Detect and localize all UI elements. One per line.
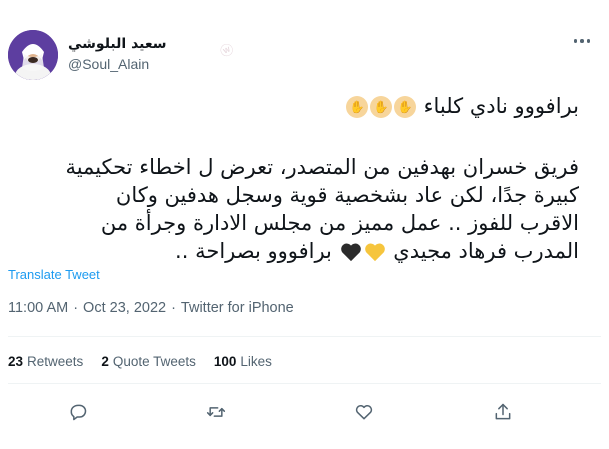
- user-info[interactable]: سعيد البلوشي @Soul_Alain: [68, 36, 167, 72]
- avatar-image: [8, 30, 58, 80]
- black-heart-icon: [340, 243, 361, 262]
- watermark: ⓦ: [218, 41, 237, 61]
- retweets-stat[interactable]: 23 Retweets: [8, 354, 83, 369]
- reply-icon[interactable]: [66, 400, 90, 424]
- share-icon[interactable]: [491, 400, 515, 424]
- tweet-date[interactable]: Oct 23, 2022: [83, 300, 166, 316]
- divider: [8, 383, 601, 384]
- clapping-hands-icon: ✋: [369, 96, 392, 118]
- tweet-text-line1: برافووو نادي كلباء ✋✋✋: [7, 92, 579, 120]
- tweet-line: الاقرب للفوز .. عمل مميز من مجلس الادارة…: [100, 211, 579, 235]
- yellow-heart-icon: [364, 243, 385, 262]
- tweet-stats: 23 Retweets 2 Quote Tweets 100 Likes: [8, 354, 272, 369]
- translate-tweet-link[interactable]: Translate Tweet: [8, 267, 100, 282]
- tweet-line: فريق خسران بهدفين من المتصدر، تعرض ل اخط…: [65, 155, 579, 179]
- more-icon[interactable]: [569, 28, 595, 54]
- clapping-hands-icon: ✋: [393, 96, 416, 118]
- avatar[interactable]: [8, 30, 58, 80]
- likes-stat[interactable]: 100 Likes: [214, 354, 272, 369]
- tweet-line: كبيرة جدًا، لكن عاد بشخصية قوية وسجل هدف…: [115, 183, 579, 207]
- tweet-headline: برافووو نادي كلباء: [423, 94, 579, 118]
- tweet-source[interactable]: Twitter for iPhone: [181, 300, 294, 316]
- tweet-line-last: المدرب فرهاد مجيدي برافووو بصراحة ..: [7, 237, 579, 265]
- tweet: ⓦ سعيد البلوشي @Soul_Alain برافووو نادي …: [0, 0, 609, 449]
- user-handle[interactable]: @Soul_Alain: [68, 56, 167, 72]
- display-name[interactable]: سعيد البلوشي: [68, 36, 167, 52]
- divider: [8, 336, 601, 337]
- tweet-time[interactable]: 11:00 AM: [8, 300, 68, 316]
- tweet-line-text: المدرب فرهاد مجيدي: [393, 239, 579, 263]
- tweet-line-end: برافووو بصراحة ..: [175, 239, 332, 263]
- retweet-icon[interactable]: [204, 400, 228, 424]
- action-bar: [0, 400, 609, 424]
- quote-tweets-stat[interactable]: 2 Quote Tweets: [101, 354, 196, 369]
- tweet-meta: 11:00 AM · Oct 23, 2022 · Twitter for iPhone: [8, 300, 294, 316]
- like-icon[interactable]: [352, 400, 376, 424]
- tweet-text-body: فريق خسران بهدفين من المتصدر، تعرض ل اخط…: [7, 153, 579, 265]
- clapping-hands-icon: ✋: [345, 96, 368, 118]
